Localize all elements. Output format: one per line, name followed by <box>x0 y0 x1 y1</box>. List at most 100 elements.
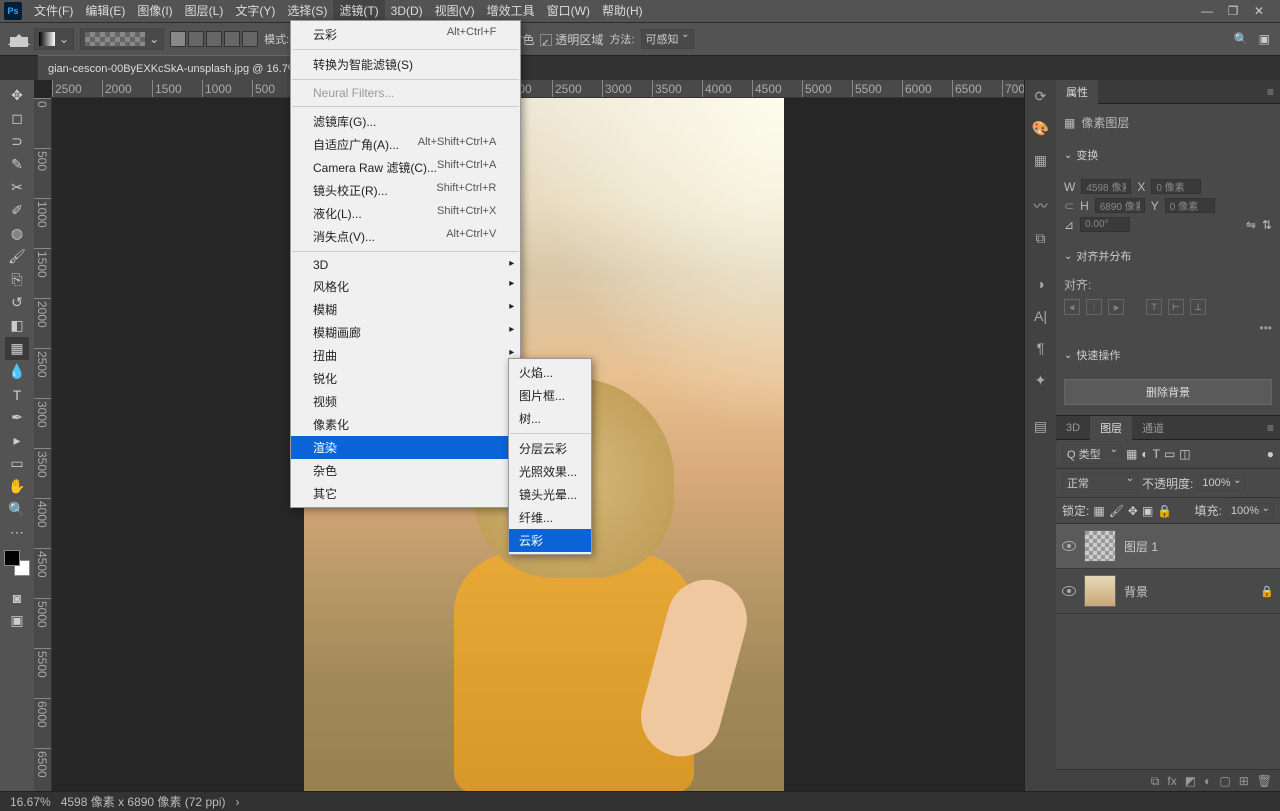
filter-type-icon[interactable]: T <box>1153 447 1160 461</box>
video-submenu-item[interactable]: 视频 <box>291 390 520 413</box>
maximize-icon[interactable]: ❐ <box>1226 4 1240 18</box>
delete-layer-icon[interactable]: 🗑 <box>1257 774 1272 789</box>
channels-tab[interactable]: 通道 <box>1132 416 1174 440</box>
y-input[interactable] <box>1165 198 1215 213</box>
blur-tool[interactable]: 💧 <box>5 360 29 383</box>
gradient-angle-button[interactable] <box>206 31 222 47</box>
panel-menu-icon[interactable]: ≡ <box>1261 85 1280 99</box>
menu-select[interactable]: 选择(S) <box>281 0 333 22</box>
flip-h-icon[interactable]: ⇋ <box>1246 218 1256 232</box>
align-right-button[interactable]: ⫸ <box>1108 299 1124 315</box>
gradient-radial-button[interactable] <box>188 31 204 47</box>
filter-image-icon[interactable]: ▦ <box>1126 447 1137 461</box>
smart-filter-item[interactable]: 转换为智能滤镜(S) <box>291 53 520 76</box>
lighting-effects-item[interactable]: 光照效果... <box>509 460 591 483</box>
gradient-reflected-button[interactable] <box>224 31 240 47</box>
move-tool[interactable]: ✥ <box>5 84 29 107</box>
tool-preset[interactable]: ⌄ <box>34 28 74 50</box>
group-icon[interactable]: ▢ <box>1219 774 1230 789</box>
layer-fill-input[interactable]: 100% <box>1226 503 1274 519</box>
workspace-icon[interactable]: ▣ <box>1259 32 1270 46</box>
gradient-tool[interactable]: ▦ <box>5 337 29 360</box>
zoom-level[interactable]: 16.67% <box>10 795 51 809</box>
transparency-checkbox[interactable]: 透明区域 <box>540 31 603 48</box>
menu-3d[interactable]: 3D(D) <box>385 0 429 22</box>
swatches-panel-icon[interactable]: ▦ <box>1031 150 1051 170</box>
menu-type[interactable]: 文字(Y) <box>229 0 281 22</box>
quick-select-tool[interactable]: ✎ <box>5 153 29 176</box>
picture-frame-item[interactable]: 图片框... <box>509 384 591 407</box>
menu-plugins[interactable]: 增效工具 <box>481 0 541 22</box>
menu-layer[interactable]: 图层(L) <box>179 0 230 22</box>
healing-tool[interactable]: ◍ <box>5 222 29 245</box>
marquee-tool[interactable]: ◻ <box>5 107 29 130</box>
paragraph-panel-icon[interactable]: ¶ <box>1031 338 1051 358</box>
gradient-picker[interactable]: ⌄ <box>80 28 164 50</box>
layer-thumbnail[interactable] <box>1084 530 1116 562</box>
new-layer-icon[interactable]: ⊞ <box>1239 774 1249 789</box>
align-bottom-button[interactable]: ⊥ <box>1190 299 1206 315</box>
lock-image-icon[interactable]: 🖌 <box>1109 504 1124 518</box>
stylize-submenu-item[interactable]: 风格化 <box>291 275 520 298</box>
properties-tab[interactable]: 属性 <box>1056 80 1098 104</box>
adjustments-panel-icon[interactable]: ◑ <box>1031 274 1051 294</box>
vanishing-point-item[interactable]: 消失点(V)...Alt+Ctrl+V <box>291 225 520 248</box>
align-vcenter-button[interactable]: ⊢ <box>1168 299 1184 315</box>
minimize-icon[interactable]: — <box>1200 4 1214 18</box>
layer-name[interactable]: 图层 1 <box>1124 538 1158 555</box>
layer-thumbnail[interactable] <box>1084 575 1116 607</box>
flame-item[interactable]: 火焰... <box>509 361 591 384</box>
status-chevron-icon[interactable]: › <box>235 795 239 809</box>
character-panel-icon[interactable]: A| <box>1031 306 1051 326</box>
more-options-icon[interactable]: ••• <box>1064 321 1272 335</box>
height-input[interactable] <box>1095 198 1145 213</box>
blur-gallery-submenu-item[interactable]: 模糊画廊 <box>291 321 520 344</box>
lens-flare-item[interactable]: 镜头光晕... <box>509 483 591 506</box>
menu-view[interactable]: 视图(V) <box>429 0 481 22</box>
lock-icon[interactable]: 🔒 <box>1260 585 1274 598</box>
type-tool[interactable]: T <box>5 383 29 406</box>
stamp-tool[interactable]: ⎘ <box>5 268 29 291</box>
menu-file[interactable]: 文件(F) <box>28 0 79 22</box>
history-brush-tool[interactable]: ↺ <box>5 291 29 314</box>
brush-tool[interactable]: 🖌 <box>5 245 29 268</box>
sharpen-submenu-item[interactable]: 锐化 <box>291 367 520 390</box>
distort-submenu-item[interactable]: 扭曲 <box>291 344 520 367</box>
lock-all-icon[interactable]: 🔒 <box>1157 504 1172 518</box>
method-select[interactable]: 可感知 <box>641 29 694 49</box>
layer-mask-icon[interactable]: ◩ <box>1185 774 1196 789</box>
link-layers-icon[interactable]: ⧉ <box>1151 774 1160 789</box>
crop-tool[interactable]: ✂ <box>5 176 29 199</box>
liquify-item[interactable]: 液化(L)...Shift+Ctrl+X <box>291 202 520 225</box>
lock-position-icon[interactable]: ✥ <box>1128 504 1138 518</box>
neural-filters-item[interactable]: Neural Filters... <box>291 83 520 103</box>
menu-window[interactable]: 窗口(W) <box>541 0 596 22</box>
quick-actions-header[interactable]: 快速操作 <box>1056 341 1280 369</box>
layer-name[interactable]: 背景 <box>1124 583 1148 600</box>
menu-edit[interactable]: 编辑(E) <box>79 0 131 22</box>
adaptive-wide-angle-item[interactable]: 自适应广角(A)...Alt+Shift+Ctrl+A <box>291 133 520 156</box>
other-submenu-item[interactable]: 其它 <box>291 482 520 505</box>
x-input[interactable] <box>1151 179 1201 194</box>
fibers-item[interactable]: 纤维... <box>509 506 591 529</box>
styles-panel-icon[interactable]: ✦ <box>1031 370 1051 390</box>
filter-shape-icon[interactable]: ▭ <box>1164 447 1175 461</box>
libraries-panel-icon[interactable]: ▤ <box>1031 416 1051 436</box>
menu-image[interactable]: 图像(I) <box>131 0 178 22</box>
3d-submenu-item[interactable]: 3D <box>291 255 520 275</box>
align-section-header[interactable]: 对齐并分布 <box>1056 242 1280 270</box>
remove-background-button[interactable]: 删除背景 <box>1064 379 1272 405</box>
align-left-button[interactable]: ⫷ <box>1064 299 1080 315</box>
clouds-item[interactable]: 云彩 <box>509 529 591 552</box>
zoom-tool[interactable]: 🔍 <box>5 498 29 521</box>
layer-blend-select[interactable]: 正常 <box>1062 473 1138 493</box>
filter-smart-icon[interactable]: ◫ <box>1179 447 1190 461</box>
pixelate-submenu-item[interactable]: 像素化 <box>291 413 520 436</box>
visibility-toggle[interactable] <box>1062 541 1076 551</box>
layer-filter-select[interactable]: Q 类型 <box>1062 444 1122 464</box>
brushes-panel-icon[interactable]: 〰 <box>1031 196 1051 216</box>
screen-mode-toggle[interactable]: ▣ <box>5 609 29 632</box>
align-hcenter-button[interactable]: ⫶ <box>1086 299 1102 315</box>
lens-correction-item[interactable]: 镜头校正(R)...Shift+Ctrl+R <box>291 179 520 202</box>
layer-opacity-input[interactable]: 100% <box>1197 475 1245 491</box>
